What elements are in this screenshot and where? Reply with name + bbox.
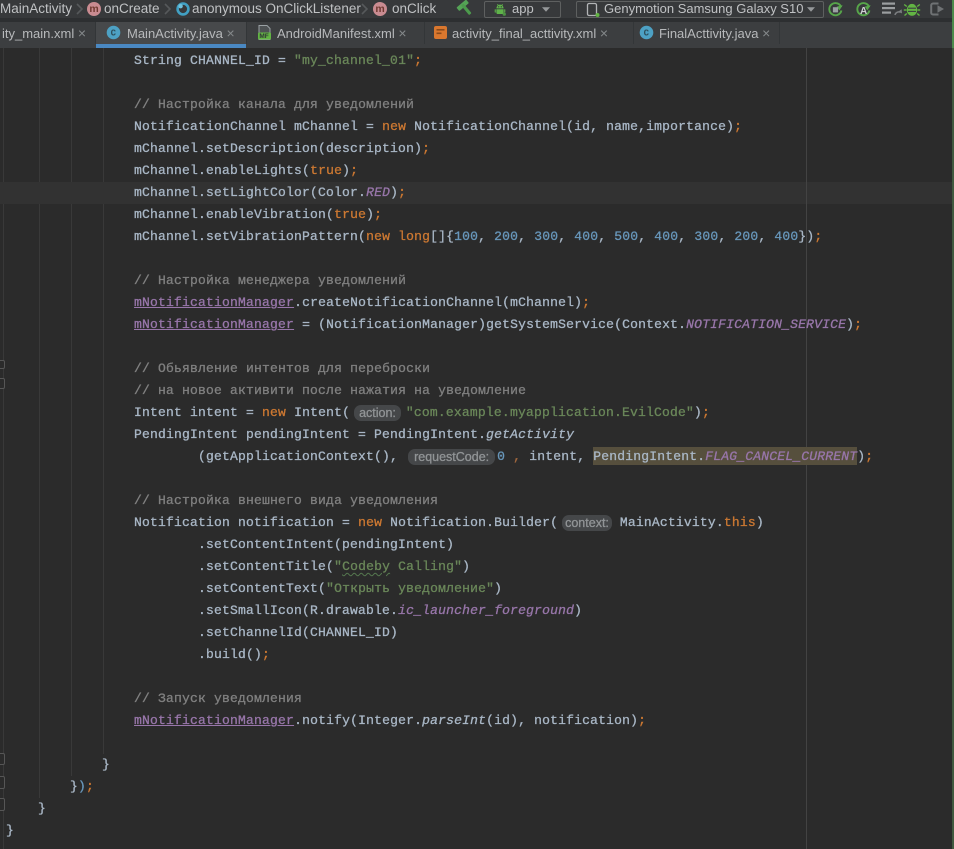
svg-text:MF: MF [259, 33, 268, 40]
svg-text:C: C [644, 29, 650, 39]
svg-text:C: C [111, 29, 117, 39]
svg-text:A: A [860, 6, 867, 17]
